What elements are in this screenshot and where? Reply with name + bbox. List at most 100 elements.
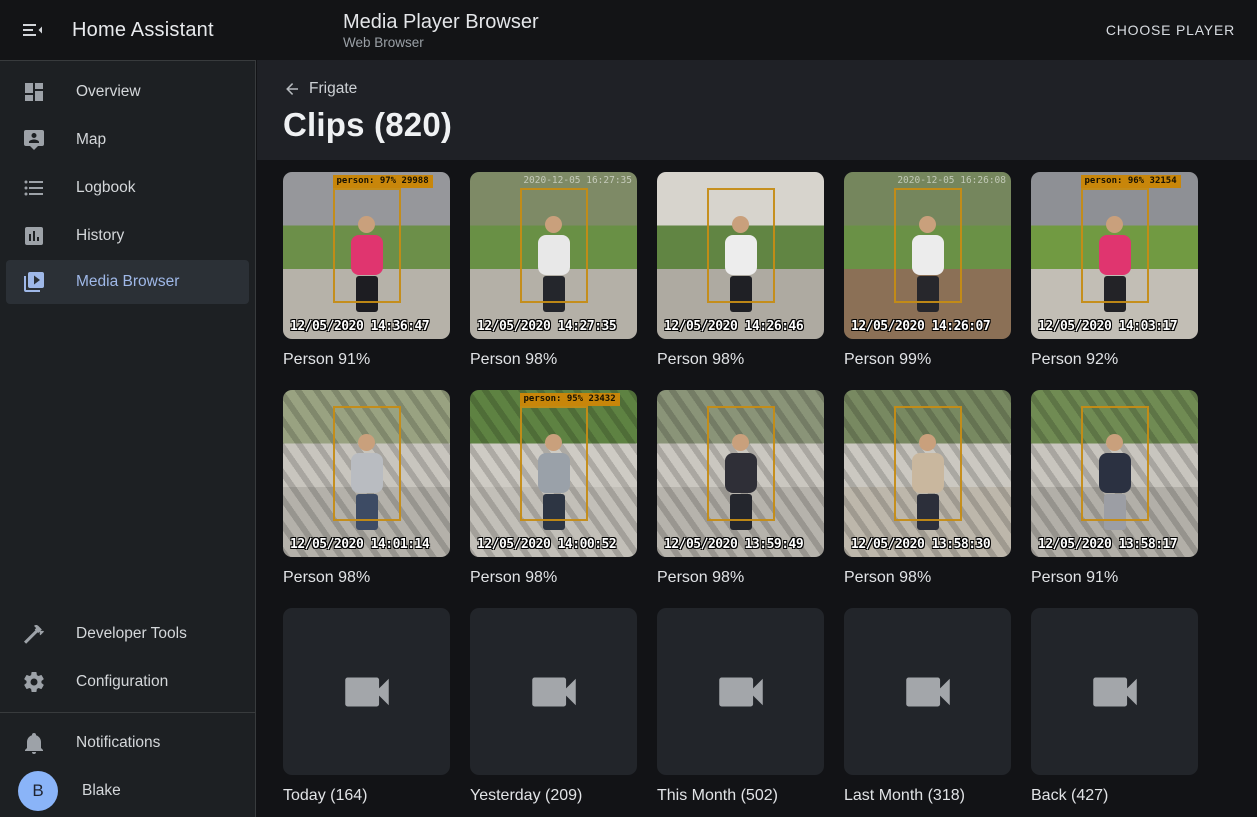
clip-item[interactable]: 12/05/2020 13:58:30 Person 98% [844,390,1011,587]
video-camera-icon [525,663,583,721]
sidebar-item-overview[interactable]: Overview [0,68,255,116]
page-title: Clips (820) [283,106,1257,144]
clip-item[interactable]: person: 97% 29988 12/05/2020 14:36:47 Pe… [283,172,450,369]
folder-caption: Yesterday (209) [470,787,637,805]
sidebar-item-user-profile[interactable]: B Blake [0,767,255,815]
camera-osd-timestamp: 12/05/2020 14:01:14 [290,537,429,552]
sidebar-item-media-browser[interactable]: Media Browser [6,260,249,304]
media-grid-container: person: 97% 29988 12/05/2020 14:36:47 Pe… [257,160,1257,805]
clip-item[interactable]: 2020-12-05 16:26:08 12/05/2020 14:26:07 … [844,172,1011,369]
sidebar-item-history[interactable]: History [0,212,255,260]
sidebar-item-label: Developer Tools [76,625,187,643]
back-arrow-icon [283,80,301,98]
app-title: Home Assistant [72,19,214,42]
clip-item[interactable]: person: 95% 23432 12/05/2020 14:00:52 Pe… [470,390,637,587]
breadcrumb[interactable]: Frigate [283,80,357,98]
sidebar-item-label: Logbook [76,179,135,197]
sidebar-item-label: Overview [76,83,141,101]
folder-thumbnail [470,608,637,775]
panel-title-block: Media Player Browser Web Browser [343,10,539,51]
detection-label-chip: person: 97% 29988 [333,175,433,188]
clip-item[interactable]: 12/05/2020 14:26:46 Person 98% [657,172,824,369]
camera-osd-timestamp: 12/05/2020 13:59:49 [664,537,803,552]
folder-thumbnail [283,608,450,775]
clip-caption: Person 98% [657,351,824,369]
panel-title: Media Player Browser [343,10,539,34]
folder-caption: This Month (502) [657,787,824,805]
sidebar-item-label: Media Browser [76,273,179,291]
sidebar-item-configuration[interactable]: Configuration [0,658,255,706]
menu-toggle-button[interactable] [8,6,56,54]
detection-bounding-box [894,188,962,303]
avatar: B [18,771,58,811]
clip-item[interactable]: 2020-12-05 16:27:35 12/05/2020 14:27:35 … [470,172,637,369]
gear-icon [22,670,46,694]
clip-thumbnail: 2020-12-05 16:26:08 12/05/2020 14:26:07 [844,172,1011,339]
clip-caption: Person 99% [844,351,1011,369]
folder-item[interactable]: Today (164) [283,608,450,805]
sidebar-item-map[interactable]: Map [0,116,255,164]
clip-caption: Person 98% [470,351,637,369]
clip-thumbnail: 12/05/2020 13:59:49 [657,390,824,557]
clip-thumbnail: 12/05/2020 14:01:14 [283,390,450,557]
folder-item[interactable]: Yesterday (209) [470,608,637,805]
clip-thumbnail: 12/05/2020 13:58:30 [844,390,1011,557]
clip-caption: Person 91% [283,351,450,369]
choose-player-button[interactable]: CHOOSE PLAYER [1098,14,1243,46]
folder-caption: Today (164) [283,787,450,805]
clip-thumbnail: person: 97% 29988 12/05/2020 14:36:47 [283,172,450,339]
clip-caption: Person 98% [657,569,824,587]
folder-thumbnail [844,608,1011,775]
clip-item[interactable]: person: 96% 32154 12/05/2020 14:03:17 Pe… [1031,172,1198,369]
clip-thumbnail: 12/05/2020 13:58:17 [1031,390,1198,557]
clip-caption: Person 91% [1031,569,1198,587]
detection-label-chip: person: 95% 23432 [520,393,620,406]
breadcrumb-label: Frigate [309,80,357,98]
panel-subtitle: Web Browser [343,34,539,51]
clip-item[interactable]: 12/05/2020 13:58:17 Person 91% [1031,390,1198,587]
bell-icon [22,731,46,755]
camera-osd-timestamp: 12/05/2020 14:00:52 [477,537,616,552]
sidebar-item-developer-tools[interactable]: Developer Tools [0,610,255,658]
play-box-multiple-icon [22,270,46,294]
hammer-icon [22,622,46,646]
folder-item[interactable]: Last Month (318) [844,608,1011,805]
camera-osd-top-timestamp: 2020-12-05 16:26:08 [897,175,1006,186]
detection-label-chip: person: 96% 32154 [1081,175,1181,188]
clip-item[interactable]: 12/05/2020 13:59:49 Person 98% [657,390,824,587]
camera-osd-timestamp: 12/05/2020 13:58:17 [1038,537,1177,552]
video-camera-icon [1086,663,1144,721]
clip-caption: Person 98% [283,569,450,587]
folder-item[interactable]: This Month (502) [657,608,824,805]
folder-thumbnail [657,608,824,775]
main-panel: Frigate Clips (820) person: 97% 29988 12… [257,60,1257,817]
menu-open-icon [20,18,44,42]
folder-item[interactable]: Back (427) [1031,608,1198,805]
detection-bounding-box: person: 97% 29988 [333,188,401,303]
top-app-bar: Home Assistant Media Player Browser Web … [0,0,1257,60]
sidebar-item-notifications[interactable]: Notifications [0,719,255,767]
clip-caption: Person 98% [844,569,1011,587]
clip-thumbnail: person: 95% 23432 12/05/2020 14:00:52 [470,390,637,557]
folder-thumbnail [1031,608,1198,775]
video-camera-icon [899,663,957,721]
dashboard-icon [22,80,46,104]
camera-osd-timestamp: 12/05/2020 13:58:30 [851,537,990,552]
detection-bounding-box [894,406,962,521]
clip-item[interactable]: 12/05/2020 14:01:14 Person 98% [283,390,450,587]
camera-osd-top-timestamp: 2020-12-05 16:27:35 [523,175,632,186]
sidebar-bottom-nav: Developer Tools Configuration Notificati… [0,603,255,817]
detection-bounding-box [333,406,401,521]
sidebar-divider [0,712,255,713]
sidebar-item-logbook[interactable]: Logbook [0,164,255,212]
sidebar-nav: Overview Map Logbook History Media Brows… [0,61,255,304]
detection-bounding-box [707,188,775,303]
sidebar: Overview Map Logbook History Media Brows… [0,60,256,817]
media-grid: person: 97% 29988 12/05/2020 14:36:47 Pe… [283,172,1257,805]
camera-osd-timestamp: 12/05/2020 14:36:47 [290,319,429,334]
clip-caption: Person 98% [470,569,637,587]
sidebar-item-label: Notifications [76,734,160,752]
list-bulleted-icon [22,176,46,200]
camera-osd-timestamp: 12/05/2020 14:27:35 [477,319,616,334]
video-camera-icon [338,663,396,721]
